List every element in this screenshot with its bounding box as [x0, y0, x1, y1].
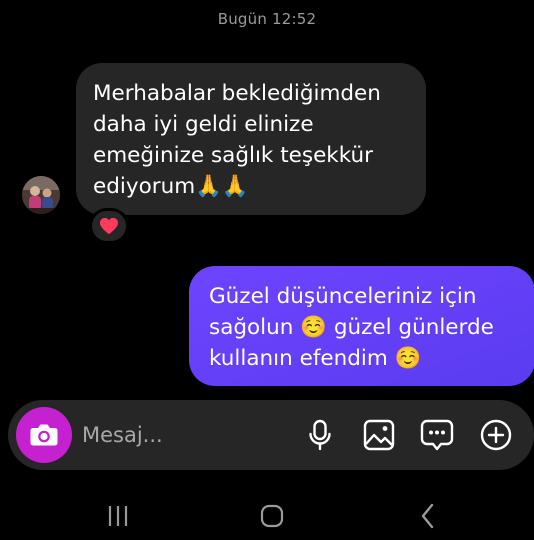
message-input[interactable] — [82, 419, 282, 451]
sticker-button[interactable] — [419, 417, 455, 453]
voice-message-button[interactable] — [302, 417, 338, 453]
system-navigation-bar — [0, 490, 534, 540]
plus-circle-icon — [480, 419, 512, 451]
incoming-message-bubble[interactable]: Merhabalar beklediğimden daha iyi geldi … — [76, 63, 426, 215]
camera-icon — [30, 424, 58, 446]
back-button[interactable] — [408, 498, 448, 534]
microphone-icon — [309, 419, 331, 451]
more-options-button[interactable] — [478, 417, 514, 453]
gallery-button[interactable] — [361, 417, 397, 453]
sticker-icon — [420, 419, 454, 451]
camera-button[interactable] — [16, 407, 72, 463]
recents-icon — [108, 506, 128, 526]
recents-button[interactable] — [98, 498, 138, 534]
home-button[interactable] — [252, 498, 292, 534]
heart-icon — [100, 217, 118, 235]
home-icon — [260, 504, 284, 528]
message-composer — [8, 400, 534, 470]
back-icon — [421, 503, 434, 529]
sender-avatar[interactable] — [22, 176, 60, 214]
gallery-icon — [363, 419, 395, 451]
chat-timestamp: Bugün 12:52 — [217, 10, 317, 28]
outgoing-message-bubble[interactable]: Güzel düşünceleriniz için sağolun ☺️ güz… — [189, 266, 534, 386]
avatar-photo — [22, 176, 60, 214]
message-reaction[interactable] — [89, 208, 129, 244]
